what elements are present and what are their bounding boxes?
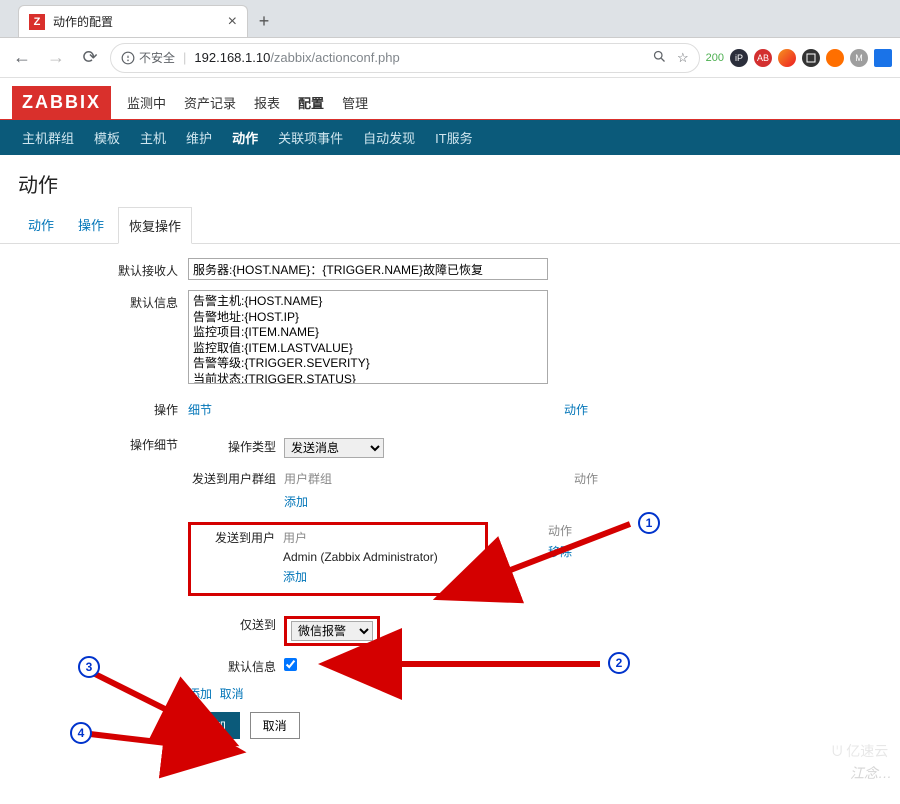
groups-col-header: 用户群组 [284,470,574,487]
default-msg-checkbox[interactable] [284,658,297,671]
default-subject-input[interactable] [188,258,548,280]
ext-icon[interactable]: M [850,49,868,67]
ext-icon[interactable] [778,49,796,67]
ext-translate-icon[interactable] [874,49,892,67]
back-button[interactable]: ← [8,44,36,72]
svg-text:ᕫ 亿速云: ᕫ 亿速云 [832,743,888,759]
submenu-maintenance[interactable]: 维护 [176,120,222,155]
ops-col-action: 动作 [388,401,588,418]
ext-icon[interactable] [802,49,820,67]
menu-configuration[interactable]: 配置 [296,87,326,118]
extension-counter: 200 [706,52,724,64]
reload-button[interactable]: ⟳ [76,44,104,72]
menu-monitoring[interactable]: 监测中 [125,87,168,118]
users-col-header: 用户 [283,529,479,546]
bookmark-star-icon[interactable]: ☆ [677,50,689,66]
submenu-hosts[interactable]: 主机 [130,120,176,155]
ops-col-detail: 细节 [188,401,388,418]
annotation-marker-3: 3 [78,656,100,678]
tab-action[interactable]: 动作 [18,207,64,244]
new-tab-button[interactable]: + [248,5,280,37]
forward-button[interactable]: → [42,44,70,72]
search-in-page-icon[interactable] [652,49,667,67]
watermark-text: 江念… [850,763,892,783]
cancel-button[interactable]: 取消 [250,712,300,739]
tab-recovery-operations[interactable]: 恢复操作 [118,207,192,244]
highlight-sendto-box: 微信报警 [284,616,380,646]
url-text: 192.168.1.10/zabbix/actionconf.php [194,50,399,65]
menu-reports[interactable]: 报表 [252,87,282,118]
add-group-link[interactable]: 添加 [284,493,308,510]
submenu-discovery[interactable]: 自动发现 [353,120,425,155]
label-default-subject: 默认接收人 [18,258,188,280]
address-bar[interactable]: 不安全 | 192.168.1.10/zabbix/actionconf.php… [110,43,700,73]
label-op-detail: 操作细节 [18,432,188,739]
zabbix-header: ZABBIX 监测中 资产记录 报表 配置 管理 [0,78,900,120]
remove-user-link[interactable]: 移除 [548,543,572,560]
users-action-header: 动作 [548,522,572,539]
zabbix-logo[interactable]: ZABBIX [12,86,111,119]
browser-toolbar: ← → ⟳ 不安全 | 192.168.1.10/zabbix/actionco… [0,38,900,78]
menu-administration[interactable]: 管理 [340,87,370,118]
submenu-actions[interactable]: 动作 [222,120,268,155]
op-cancel-link[interactable]: 取消 [220,685,244,702]
default-message-textarea[interactable]: 告警主机:{HOST.NAME} 告警地址:{HOST.IP} 监控项目:{IT… [188,290,548,384]
op-detail-actions: 添加 取消 [188,681,668,712]
sub-menu: 主机群组 模板 主机 维护 动作 关联项事件 自动发现 IT服务 [0,120,900,155]
user-row: Admin (Zabbix Administrator) [283,546,479,568]
send-only-to-select[interactable]: 微信报警 [291,621,373,641]
submenu-correlation[interactable]: 关联项事件 [268,120,353,155]
label-send-to-users: 发送到用户 [197,529,283,585]
watermark-logo-icon: ᕫ 亿速云 [832,740,892,765]
highlight-users-box: 发送到用户 用户 Admin (Zabbix Administrator) 添加 [188,522,488,596]
browser-tab-strip: Z 动作的配置 × + [0,0,900,38]
label-send-to-groups: 发送到用户群组 [188,470,284,510]
label-send-only-to: 仅送到 [188,616,284,646]
annotation-marker-2: 2 [608,652,630,674]
page-title: 动作 [0,155,900,206]
form-tabs: 动作 操作 恢复操作 [0,206,900,244]
browser-tab[interactable]: Z 动作的配置 × [18,5,248,37]
insecure-site-icon: 不安全 [121,49,175,66]
add-button[interactable]: 添加 [188,712,240,739]
annotation-marker-1: 1 [638,512,660,534]
label-op-type: 操作类型 [188,438,284,458]
groups-action-header: 动作 [574,470,634,487]
zabbix-favicon-icon: Z [29,14,45,30]
label-default-message: 默认信息 [18,290,188,387]
add-user-link[interactable]: 添加 [283,568,307,585]
operation-type-select[interactable]: 发送消息 [284,438,384,458]
submenu-hostgroups[interactable]: 主机群组 [12,120,84,155]
ext-icon[interactable] [826,49,844,67]
label-default-msg-checkbox: 默认信息 [188,658,284,675]
op-add-link[interactable]: 添加 [188,685,212,702]
submenu-itservices[interactable]: IT服务 [425,120,483,155]
submenu-templates[interactable]: 模板 [84,120,130,155]
ext-icon[interactable]: iP [730,49,748,67]
top-menu: 监测中 资产记录 报表 配置 管理 [125,87,370,118]
extension-icons: iP AB M [730,49,892,67]
close-icon[interactable]: × [228,13,237,31]
ext-abp-icon[interactable]: AB [754,49,772,67]
menu-inventory[interactable]: 资产记录 [182,87,238,118]
tab-operations[interactable]: 操作 [68,207,114,244]
tab-title: 动作的配置 [53,13,113,30]
label-operations: 操作 [18,397,188,422]
annotation-marker-4: 4 [70,722,92,744]
